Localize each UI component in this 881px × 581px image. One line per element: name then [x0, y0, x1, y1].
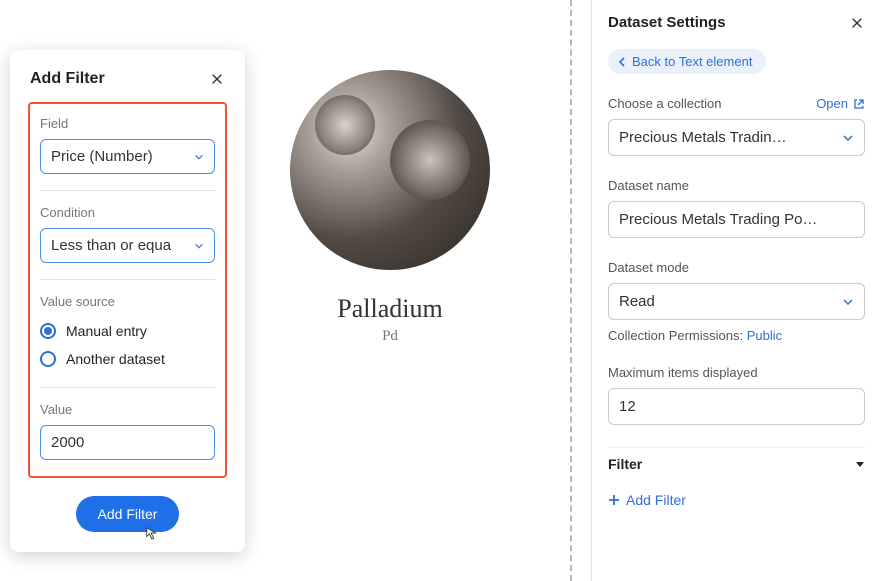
divider [40, 190, 215, 191]
dataset-mode-value: Read [619, 293, 655, 310]
item-subtitle: Pd [290, 328, 490, 345]
dataset-name-input[interactable]: Precious Metals Trading Por… [608, 201, 865, 238]
chevron-down-icon [194, 241, 204, 251]
collection-select[interactable]: Precious Metals Tradin… [608, 119, 865, 156]
triangle-down-icon [855, 459, 865, 469]
field-select-value: Price (Number) [51, 148, 153, 165]
filter-section-label: Filter [608, 456, 642, 472]
radio-icon-unselected [40, 351, 56, 367]
condition-select-value: Less than or equa [51, 237, 171, 254]
dataset-settings-panel: Dataset Settings Back to Text element Ch… [591, 0, 881, 581]
open-label: Open [816, 96, 848, 111]
condition-label: Condition [40, 205, 215, 220]
max-items-label: Maximum items displayed [608, 365, 865, 380]
dataset-name-label: Dataset name [608, 178, 865, 193]
plus-icon [608, 494, 620, 506]
value-input[interactable]: 2000 [40, 425, 215, 460]
add-filter-submit-label: Add Filter [98, 506, 158, 522]
divider [40, 387, 215, 388]
item-image [290, 70, 490, 270]
radio-another-label: Another dataset [66, 351, 165, 367]
radio-manual-entry[interactable]: Manual entry [40, 317, 215, 345]
radio-manual-label: Manual entry [66, 323, 147, 339]
highlight-region: Field Price (Number) Condition Less than… [28, 102, 227, 478]
value-input-text: 2000 [51, 434, 84, 451]
dataset-mode-select[interactable]: Read [608, 283, 865, 320]
add-filter-submit-button[interactable]: Add Filter [76, 496, 180, 532]
field-select[interactable]: Price (Number) [40, 139, 215, 174]
permissions-label: Collection Permissions: [608, 328, 747, 343]
selection-guide-line [570, 0, 572, 581]
permissions-row: Collection Permissions: Public [608, 328, 865, 343]
collection-value: Precious Metals Tradin… [619, 129, 787, 146]
value-label: Value [40, 402, 215, 417]
dataset-mode-label: Dataset mode [608, 260, 865, 275]
external-link-icon [853, 98, 865, 110]
close-icon[interactable] [849, 15, 865, 31]
close-icon[interactable] [209, 71, 225, 87]
back-link-label: Back to Text element [632, 54, 752, 69]
divider [40, 279, 215, 280]
max-items-input[interactable]: 12 [608, 388, 865, 425]
add-filter-link[interactable]: Add Filter [608, 480, 865, 508]
radio-icon-selected [40, 323, 56, 339]
chevron-down-icon [842, 132, 854, 144]
back-to-element-button[interactable]: Back to Text element [608, 49, 766, 74]
value-source-label: Value source [40, 294, 215, 309]
condition-select[interactable]: Less than or equa [40, 228, 215, 263]
filter-section-toggle[interactable]: Filter [608, 447, 865, 480]
settings-title: Dataset Settings [608, 14, 726, 31]
permissions-link[interactable]: Public [747, 328, 782, 343]
field-label: Field [40, 116, 215, 131]
open-collection-link[interactable]: Open [816, 96, 865, 111]
item-title: Palladium [290, 294, 490, 324]
content-item-card: Palladium Pd [290, 70, 490, 345]
panel-title: Add Filter [30, 70, 105, 88]
dataset-name-value: Precious Metals Trading Por… [619, 211, 819, 228]
radio-another-dataset[interactable]: Another dataset [40, 345, 215, 373]
chevron-down-icon [194, 152, 204, 162]
chevron-left-icon [618, 57, 626, 67]
collection-label: Choose a collection [608, 96, 721, 111]
cursor-icon [145, 526, 159, 540]
chevron-down-icon [842, 296, 854, 308]
add-filter-panel: Add Filter Field Price (Number) Conditio… [10, 50, 245, 552]
add-filter-link-label: Add Filter [626, 492, 686, 508]
max-items-value: 12 [619, 398, 636, 415]
